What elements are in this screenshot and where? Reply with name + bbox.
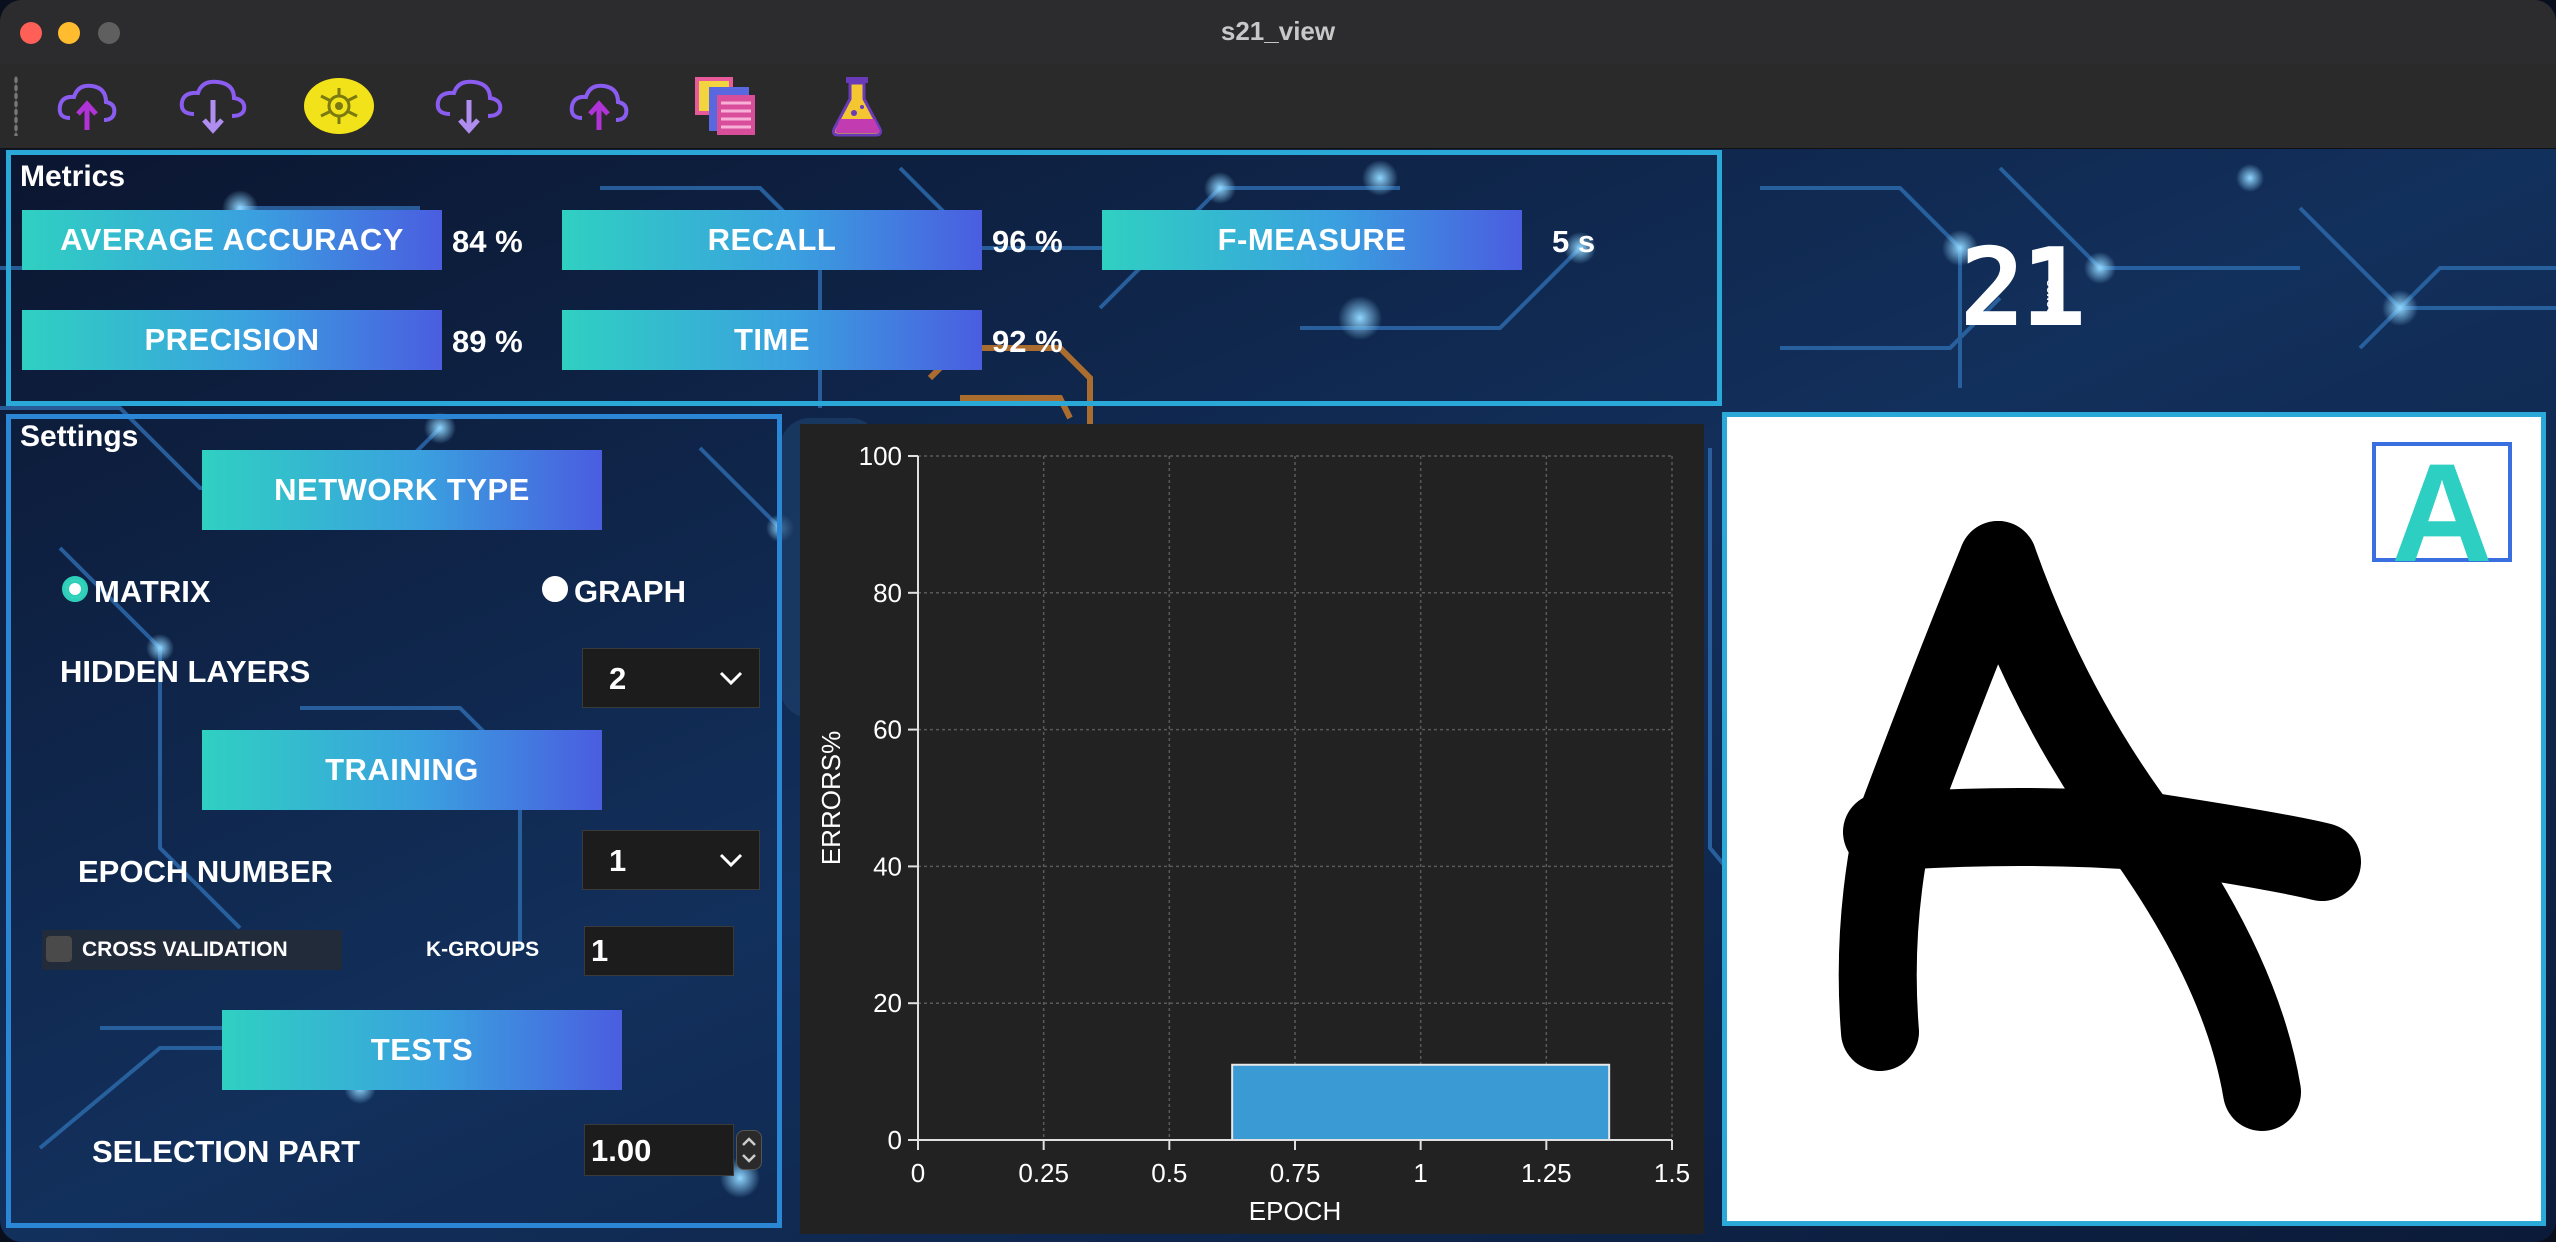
- experiment-button[interactable]: [822, 74, 892, 138]
- cloud-download-icon: [179, 79, 247, 134]
- x-tick-label: 0.25: [1018, 1158, 1069, 1188]
- y-tick-label: 60: [873, 715, 902, 745]
- training-button[interactable]: TRAINING: [202, 730, 602, 810]
- x-tick-label: 0.5: [1151, 1158, 1187, 1188]
- logo-number: 21: [1960, 226, 2086, 351]
- cross-validation-row: CROSS VALIDATION: [42, 930, 342, 970]
- matrix-radio[interactable]: [62, 576, 88, 602]
- x-tick-label: 1.5: [1654, 1158, 1690, 1188]
- upload-weights-button[interactable]: [52, 74, 122, 138]
- f-measure-value: 5 s: [1552, 224, 1596, 259]
- app-window: s21_view Metrics AVERAGE ACCURACY 84 % R…: [0, 0, 2556, 1242]
- precision-label: PRECISION: [22, 310, 442, 370]
- metrics-title: Metrics: [20, 160, 126, 193]
- hidden-layers-value: 2: [609, 661, 627, 696]
- y-tick-label: 0: [888, 1125, 902, 1155]
- school-21-logo: 21 school: [1960, 226, 2090, 351]
- selection-part-input[interactable]: 1.00: [584, 1124, 734, 1176]
- y-tick-label: 100: [859, 441, 902, 471]
- recall-value: 96 %: [992, 224, 1063, 259]
- stepper-arrows-icon: [742, 1137, 756, 1163]
- logo-panel: [1722, 150, 2556, 406]
- x-axis-label: EPOCH: [1249, 1196, 1341, 1226]
- chart-bar: [1231, 1063, 1611, 1142]
- dataset-view-button[interactable]: [690, 74, 760, 138]
- x-tick-label: 0.75: [1270, 1158, 1321, 1188]
- toolbar: [0, 64, 2556, 149]
- k-groups-label: K-GROUPS: [426, 938, 540, 961]
- recognized-letter-box: A: [2372, 434, 2512, 591]
- settings-title: Settings: [20, 420, 139, 453]
- epoch-number-label: EPOCH NUMBER: [78, 854, 333, 889]
- epoch-number-select[interactable]: 1: [582, 830, 760, 890]
- neural-network-icon: [320, 88, 358, 124]
- selection-part-stepper[interactable]: [736, 1130, 762, 1170]
- x-tick-label: 1: [1413, 1158, 1427, 1188]
- precision-value: 89 %: [452, 324, 523, 359]
- download-weights-button[interactable]: [178, 74, 248, 138]
- cloud-download-icon: [435, 79, 503, 134]
- f-measure-label: F-MEASURE: [1102, 210, 1522, 270]
- k-groups-value: 1: [591, 933, 609, 968]
- recognized-letter: A: [2391, 434, 2493, 591]
- hidden-layers-label: HIDDEN LAYERS: [60, 654, 311, 689]
- y-tick-label: 40: [873, 851, 902, 881]
- flask-icon: [832, 77, 882, 137]
- graph-radio-label: GRAPH: [574, 574, 686, 609]
- upload-dataset-button[interactable]: [564, 74, 634, 138]
- chevron-down-icon: [719, 671, 743, 686]
- errors-chart: 0 0.25 0.5 0.75 1 1.25 1.5 0 20 40 60 80 100 EPOCH ERR…: [816, 441, 1690, 1226]
- cloud-upload-icon: [57, 83, 117, 130]
- epoch-number-value: 1: [609, 843, 627, 878]
- window-title: s21_view: [1220, 16, 1336, 46]
- network-type-button[interactable]: NETWORK TYPE: [202, 450, 602, 530]
- title-bar: s21_view: [0, 0, 2556, 65]
- time-value: 92 %: [992, 324, 1063, 359]
- logo-subtext: school: [2044, 280, 2058, 319]
- recall-label: RECALL: [562, 210, 982, 270]
- image-grid-icon: [695, 77, 755, 135]
- x-tick-label: 0: [911, 1158, 925, 1188]
- average-accuracy-label: AVERAGE ACCURACY: [22, 210, 442, 270]
- toolbar-grip[interactable]: [14, 76, 18, 136]
- settings-panel: [6, 414, 782, 1228]
- cross-validation-label: CROSS VALIDATION: [82, 938, 288, 961]
- selection-part-label: SELECTION PART: [92, 1134, 361, 1169]
- k-groups-input[interactable]: 1: [584, 926, 734, 976]
- graph-radio[interactable]: [542, 576, 568, 602]
- time-label: TIME: [562, 310, 982, 370]
- average-accuracy-value: 84 %: [452, 224, 523, 259]
- y-axis-label: ERRORS%: [816, 731, 846, 865]
- tests-button[interactable]: TESTS: [222, 1010, 622, 1090]
- selection-part-value: 1.00: [591, 1133, 652, 1168]
- y-tick-label: 20: [873, 988, 902, 1018]
- cross-validation-checkbox[interactable]: [46, 936, 72, 962]
- y-tick-label: 80: [873, 578, 902, 608]
- matrix-radio-label: MATRIX: [94, 574, 211, 609]
- download-dataset-button[interactable]: [434, 74, 504, 138]
- network-settings-button[interactable]: [304, 74, 374, 138]
- x-tick-label: 1.25: [1521, 1158, 1572, 1188]
- cloud-upload-icon: [569, 83, 629, 130]
- chevron-down-icon: [719, 853, 743, 868]
- hidden-layers-select[interactable]: 2: [582, 648, 760, 708]
